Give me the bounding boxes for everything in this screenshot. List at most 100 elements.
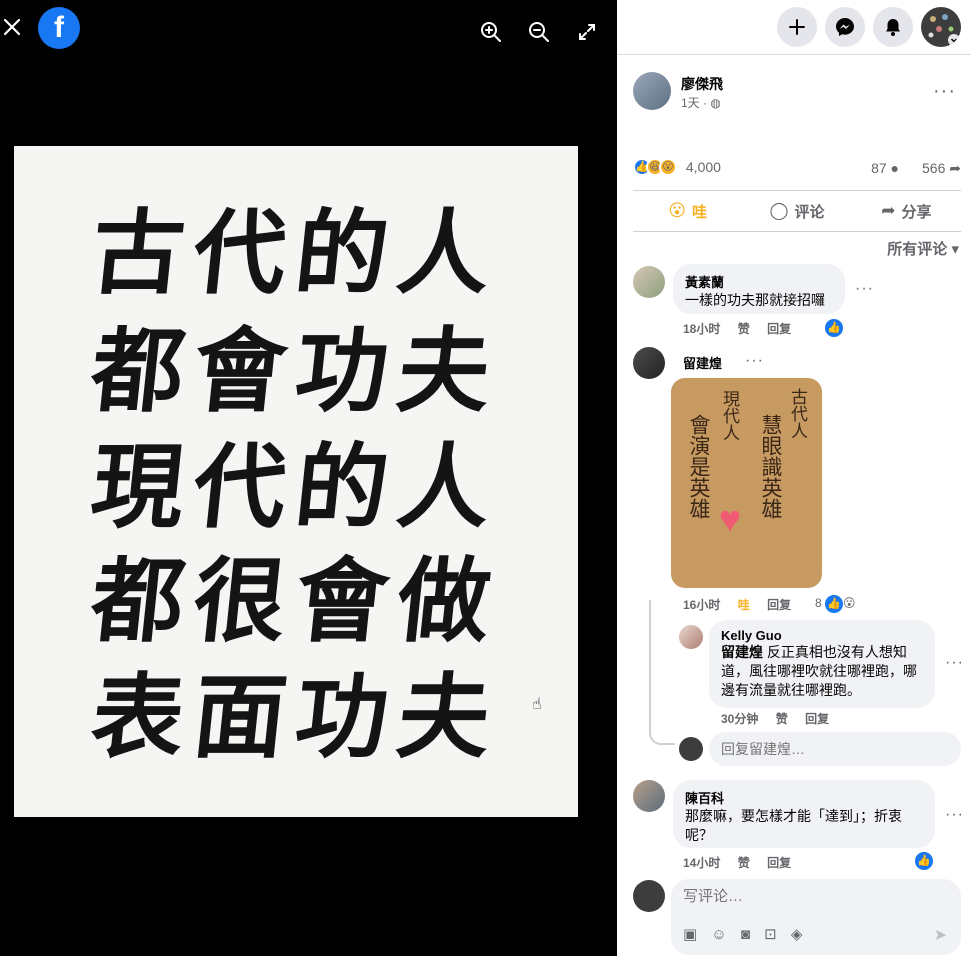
reply-comment-button[interactable]: 回复 — [767, 598, 791, 612]
current-user-avatar — [633, 880, 665, 912]
zoom-in-icon[interactable] — [477, 18, 505, 46]
reply-comment-button[interactable]: 回复 — [767, 322, 791, 336]
comment-more-icon[interactable]: ··· — [855, 280, 874, 298]
commenter-avatar[interactable] — [679, 625, 703, 649]
share-count[interactable]: 566 ➦ — [922, 160, 961, 177]
post-stats: 👍😆 😮 4,000 87 ● 566 ➦ — [633, 158, 961, 180]
reply-comment-button[interactable]: 回复 — [805, 712, 829, 726]
comment-time[interactable]: 16小时 — [683, 598, 720, 612]
fullscreen-icon[interactable] — [573, 18, 601, 46]
messenger-icon[interactable] — [825, 7, 865, 47]
top-bar — [617, 0, 971, 55]
comment-actions: 14小时 赞 回复 — [683, 854, 805, 871]
like-comment-button[interactable]: 赞 — [738, 322, 750, 336]
send-icon[interactable]: ➤ — [934, 925, 947, 945]
photo-viewer-page: f 古代的人 都會功夫 現代的人 都很會做 表面功夫 ☝ 廖傑飛 1天 · ◍ … — [0, 0, 971, 956]
commenter-name[interactable]: 留建煌 — [683, 353, 722, 372]
sticker-text: 慧眼識英雄 — [759, 414, 783, 519]
photo-text-line: 都會功夫 — [86, 317, 506, 425]
emoji-icon[interactable]: ☺ — [711, 926, 726, 943]
photo-viewer: f 古代的人 都會功夫 現代的人 都很會做 表面功夫 ☝ — [0, 0, 617, 956]
comment-more-icon[interactable]: ··· — [745, 352, 764, 370]
comment-more-icon[interactable]: ··· — [945, 654, 964, 672]
like-reaction-icon[interactable]: 👍 — [915, 852, 933, 870]
like-reaction-icon[interactable]: 👍 — [825, 319, 843, 337]
bell-icon[interactable] — [873, 7, 913, 47]
wow-comment-button[interactable]: 哇 — [738, 598, 750, 612]
photo-text-line: 現代的人 — [86, 433, 506, 541]
comment-actions: 30分钟 赞 回复 — [721, 710, 843, 727]
reaction-count[interactable]: 4,000 — [686, 159, 721, 175]
comment-sticker[interactable]: 古代人 慧眼識英雄 現代人 會演是英雄 ♥ — [671, 378, 822, 588]
commenter-avatar[interactable] — [633, 780, 665, 812]
reply-bubble: Kelly Guo 留建煌 反正真相也沒有人想知道，風往哪裡吹就往哪裡跑，哪邊有… — [709, 620, 935, 708]
photo-text-line: 表面功夫 — [86, 663, 506, 771]
commenter-avatar[interactable] — [633, 266, 665, 298]
comment-bubble: 陳百科 那麼嘛，要怎樣才能「達到」；折衷呢？ — [673, 780, 935, 848]
commenter-name[interactable]: 黃素蘭 — [685, 272, 833, 291]
share-label: 分享 — [901, 203, 932, 221]
mention-link[interactable]: 留建煌 — [721, 644, 763, 660]
zoom-out-icon[interactable] — [525, 18, 553, 46]
share-button[interactable]: ➦ 分享 — [852, 191, 961, 231]
wow-react-button[interactable]: 😮 哇 — [633, 191, 742, 231]
reaction-count: 8 — [815, 596, 822, 611]
post-actions: 😮 哇 ◯ 评论 ➦ 分享 — [633, 190, 961, 232]
like-comment-button[interactable]: 赞 — [738, 856, 750, 870]
like-comment-button[interactable]: 赞 — [776, 712, 788, 726]
comment-more-icon[interactable]: ··· — [945, 806, 964, 824]
sticker-icon[interactable]: ▣ — [683, 926, 697, 943]
more-options-icon[interactable]: ··· — [933, 80, 956, 103]
comment-composer: ▣ ☺ ◙ ⊡ ◈ ➤ — [671, 879, 961, 955]
comment-time[interactable]: 14小时 — [683, 856, 720, 870]
comment-text: 一樣的功夫那就接招囉 — [685, 292, 825, 308]
author-avatar[interactable] — [633, 72, 671, 110]
plus-icon[interactable] — [777, 7, 817, 47]
comment-time[interactable]: 18小时 — [683, 322, 720, 336]
photo-text-line: 古代的人 — [86, 199, 506, 307]
share-icon: ➦ — [881, 201, 896, 220]
post-time[interactable]: 1天 · ◍ — [681, 94, 721, 111]
comment-actions: 16小时 哇 回复 — [683, 596, 805, 613]
commenter-avatar[interactable] — [633, 347, 665, 379]
heart-icon: ♥ — [718, 499, 742, 541]
reply-comment-button[interactable]: 回复 — [767, 856, 791, 870]
author-name[interactable]: 廖傑飛 — [681, 74, 723, 94]
avatar-sticker-icon[interactable]: ◈ — [791, 926, 803, 943]
comment-button[interactable]: ◯ 评论 — [742, 191, 851, 231]
gif-icon[interactable]: ⊡ — [764, 926, 777, 943]
comment-input[interactable] — [683, 888, 943, 905]
comment-sort-dropdown[interactable]: 所有评论 ▾ — [887, 238, 959, 259]
comment-icon: ◯ — [769, 201, 789, 220]
thread-connector — [649, 600, 675, 745]
current-user-avatar — [679, 737, 703, 761]
comment-time[interactable]: 30分钟 — [721, 712, 758, 726]
comment-count-value: 87 — [871, 160, 887, 176]
facebook-logo-icon[interactable]: f — [38, 7, 80, 49]
share-arrow-icon: ➦ — [949, 160, 961, 176]
sticker-text: 古代人 — [787, 388, 807, 439]
camera-icon[interactable]: ◙ — [741, 926, 750, 943]
comment-bubble-icon: ● — [890, 160, 899, 176]
reply-input[interactable] — [709, 732, 961, 766]
wow-reaction-icon: 😮 — [668, 201, 687, 220]
post-panel: 廖傑飛 1天 · ◍ ··· 👍😆 😮 4,000 87 ● 566 ➦ 😮 哇 … — [617, 0, 971, 956]
photo-text-line: 都很會做 — [86, 547, 506, 655]
hand-cursor-icon: ☝ — [532, 696, 542, 713]
like-reaction-icon: 👍 — [825, 595, 844, 613]
share-count-value: 566 — [922, 160, 946, 176]
account-avatar[interactable] — [921, 7, 961, 47]
comment-count[interactable]: 87 ● — [871, 160, 899, 176]
commenter-name[interactable]: Kelly Guo — [721, 628, 923, 643]
sticker-text: 會演是英雄 — [687, 414, 711, 519]
sticker-text: 現代人 — [719, 390, 739, 441]
post-time-text: 1天 · — [681, 96, 708, 110]
globe-icon: ◍ — [710, 96, 721, 110]
comment-reactions[interactable]: 8 👍 😮 — [815, 595, 856, 613]
close-icon[interactable] — [0, 10, 24, 44]
comment-text: 那麼嘛，要怎樣才能「達到」；折衷呢？ — [685, 808, 902, 843]
composer-tools: ▣ ☺ ◙ ⊡ ◈ — [683, 925, 812, 943]
post-photo[interactable]: 古代的人 都會功夫 現代的人 都很會做 表面功夫 ☝ — [14, 146, 578, 817]
commenter-name[interactable]: 陳百科 — [685, 788, 923, 807]
comment-label: 评论 — [794, 203, 825, 221]
